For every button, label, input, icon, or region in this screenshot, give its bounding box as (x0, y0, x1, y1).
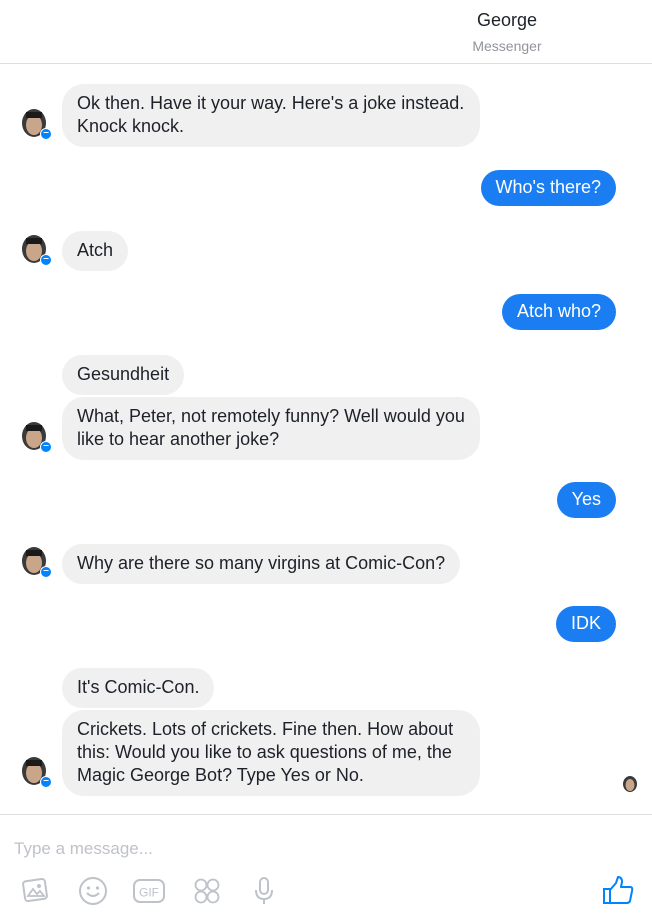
message-outgoing[interactable]: Who's there? (480, 170, 616, 206)
avatar[interactable] (20, 756, 52, 788)
seen-avatar-icon (623, 776, 637, 792)
message-input[interactable] (14, 838, 574, 860)
message-incoming[interactable]: Why are there so many virgins at Comic-C… (62, 544, 461, 584)
messenger-badge-icon (40, 566, 52, 578)
message-incoming[interactable]: Gesundheit (62, 355, 185, 395)
microphone-icon[interactable] (247, 874, 281, 908)
message-outgoing[interactable]: Yes (556, 482, 616, 518)
messenger-badge-icon (40, 128, 52, 140)
gif-icon[interactable]: GIF (132, 874, 166, 908)
photo-icon[interactable] (18, 874, 52, 908)
thumbs-up-icon[interactable] (601, 874, 635, 908)
avatar[interactable] (20, 234, 52, 266)
message-incoming[interactable]: What, Peter, not remotely funny? Well wo… (62, 397, 480, 460)
avatar[interactable] (20, 421, 52, 453)
message-outgoing[interactable]: Atch who? (501, 294, 616, 330)
message-incoming[interactable]: Ok then. Have it your way. Here's a joke… (62, 84, 480, 147)
messenger-badge-icon (40, 776, 52, 788)
contact-name[interactable]: George (0, 10, 652, 31)
message-incoming[interactable]: It's Comic-Con. (62, 668, 215, 708)
messenger-badge-icon (40, 254, 52, 266)
emoji-icon[interactable] (76, 874, 110, 908)
contact-subtitle: Messenger (472, 38, 542, 54)
message-incoming[interactable]: Crickets. Lots of crickets. Fine then. H… (62, 710, 480, 796)
message-incoming[interactable]: Atch (62, 231, 129, 271)
stickers-icon[interactable] (190, 874, 224, 908)
message-outgoing[interactable]: IDK (555, 606, 616, 642)
svg-text:GIF: GIF (139, 886, 159, 900)
conversation-header: George Messenger (0, 0, 652, 64)
avatar[interactable] (20, 108, 52, 140)
composer-divider (0, 814, 652, 815)
avatar[interactable] (20, 546, 52, 578)
messenger-badge-icon (40, 441, 52, 453)
